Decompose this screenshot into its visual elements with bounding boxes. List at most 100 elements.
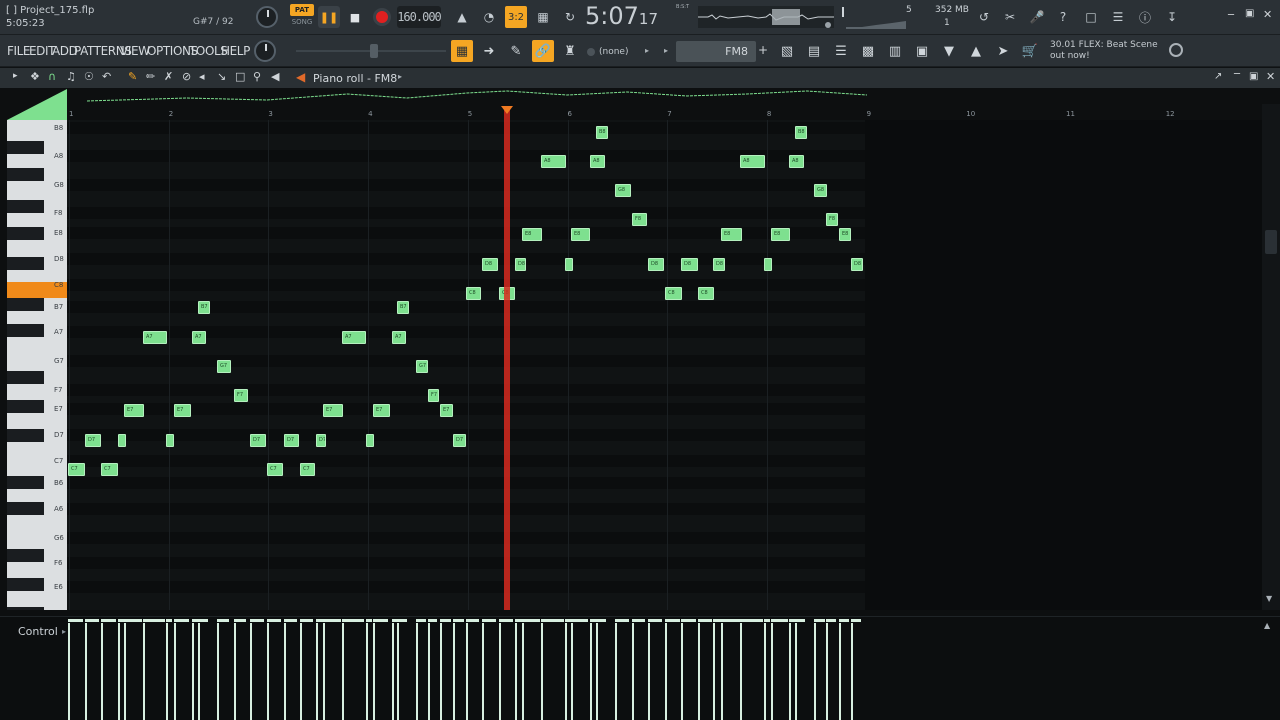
velocity-bar[interactable]: [814, 623, 816, 720]
note[interactable]: E7: [323, 404, 343, 417]
black-key[interactable]: [7, 324, 44, 337]
step-edit-icon[interactable]: ▦: [532, 6, 554, 28]
note[interactable]: E8: [771, 228, 790, 241]
pause-button[interactable]: ❚❚: [318, 6, 340, 28]
tempo-tap-icon[interactable]: ▲: [965, 40, 987, 62]
document-icon[interactable]: ▣: [911, 40, 933, 62]
note[interactable]: D7: [284, 434, 299, 447]
black-key[interactable]: [7, 502, 44, 515]
velocity-bar[interactable]: [482, 623, 484, 720]
note[interactable]: E8: [839, 228, 851, 241]
note[interactable]: C7: [300, 463, 315, 476]
plug-icon[interactable]: ▼: [938, 40, 960, 62]
velocity-bar[interactable]: [453, 623, 455, 720]
timeline-ruler[interactable]: 1 2 3 4 5 6 7 8 9 10 11 12: [67, 104, 1262, 120]
note[interactable]: A8: [590, 155, 605, 168]
maximize-icon[interactable]: ▣: [1245, 8, 1254, 19]
snap-icon[interactable]: ∩: [48, 70, 56, 83]
note[interactable]: B8: [596, 126, 608, 139]
velocity-bar[interactable]: [648, 623, 650, 720]
channel-arrow-icon[interactable]: ▸: [664, 46, 668, 55]
black-key[interactable]: [7, 607, 44, 610]
note[interactable]: D8: [681, 258, 698, 271]
velocity-bar[interactable]: [826, 623, 828, 720]
velocity-bar[interactable]: [124, 623, 126, 720]
note[interactable]: A8: [541, 155, 566, 168]
note[interactable]: B8: [795, 126, 807, 139]
note[interactable]: E7: [373, 404, 390, 417]
note[interactable]: E8: [721, 228, 742, 241]
mute-tool-icon[interactable]: ⊘: [182, 70, 191, 83]
velocity-bar[interactable]: [397, 623, 399, 720]
velocity-bar[interactable]: [789, 623, 791, 720]
position-slider-handle[interactable]: [370, 44, 378, 58]
note[interactable]: E8: [522, 228, 542, 241]
window-menu-arrow-icon[interactable]: ▸: [13, 71, 18, 81]
note[interactable]: D8: [851, 258, 863, 271]
note[interactable]: A7: [143, 331, 167, 344]
velocity-bar[interactable]: [284, 623, 286, 720]
browser-icon[interactable]: ☰: [830, 40, 852, 62]
note[interactable]: C8: [698, 287, 714, 300]
note[interactable]: [764, 258, 772, 271]
velocity-bar[interactable]: [192, 623, 194, 720]
velocity-bar[interactable]: [764, 623, 766, 720]
playhead[interactable]: [504, 108, 510, 610]
control-arrow-icon[interactable]: ▸: [62, 627, 66, 636]
note[interactable]: F7: [428, 389, 439, 402]
microphone-icon[interactable]: 🎤: [1026, 6, 1048, 28]
menu-circle-icon[interactable]: ☉: [84, 70, 94, 83]
note[interactable]: D8: [648, 258, 664, 271]
note[interactable]: D8: [713, 258, 725, 271]
velocity-bar[interactable]: [466, 623, 468, 720]
vertical-scrollbar[interactable]: ▼: [1262, 104, 1280, 610]
magnet-tool-icon[interactable]: ❖: [30, 70, 40, 83]
velocity-bar[interactable]: [541, 623, 543, 720]
note[interactable]: G8: [814, 184, 827, 197]
paint-tool-icon[interactable]: ✏: [146, 70, 155, 83]
metronome-icon[interactable]: ▲: [451, 6, 473, 28]
vertical-scrollbar-thumb[interactable]: [1265, 230, 1277, 254]
select-tool-icon[interactable]: □: [235, 70, 245, 83]
velocity-bar[interactable]: [571, 623, 573, 720]
velocity-bar[interactable]: [713, 623, 715, 720]
black-key[interactable]: [7, 298, 44, 311]
stamp-icon[interactable]: ♜: [559, 40, 581, 62]
note[interactable]: C7: [68, 463, 85, 476]
note[interactable]: C7: [101, 463, 118, 476]
velocity-bar[interactable]: [795, 623, 797, 720]
news-close-icon[interactable]: [1169, 43, 1183, 57]
note[interactable]: C8: [466, 287, 481, 300]
menu-view[interactable]: VIEW: [120, 44, 150, 58]
velocity-bar[interactable]: [316, 623, 318, 720]
note[interactable]: E7: [124, 404, 144, 417]
note[interactable]: D8: [482, 258, 498, 271]
record-button[interactable]: [373, 8, 391, 26]
slice-tool-icon[interactable]: ↘: [217, 70, 226, 83]
draw-tool-icon[interactable]: ✎: [128, 70, 137, 83]
cart-icon[interactable]: 🛒: [1019, 40, 1041, 62]
playhead-marker[interactable]: [501, 106, 513, 114]
note[interactable]: F8: [632, 213, 647, 226]
pattern-arrow-icon[interactable]: ▸: [645, 46, 649, 55]
velocity-bar[interactable]: [342, 623, 344, 720]
velocity-bar[interactable]: [234, 623, 236, 720]
note[interactable]: C7: [267, 463, 283, 476]
velocity-lane[interactable]: [67, 619, 867, 720]
velocity-bar[interactable]: [323, 623, 325, 720]
note[interactable]: B7: [397, 301, 409, 314]
note[interactable]: D7: [453, 434, 466, 447]
velocity-bar[interactable]: [101, 623, 103, 720]
note[interactable]: E8: [571, 228, 590, 241]
mixer-view-icon[interactable]: ▩: [857, 40, 879, 62]
note[interactable]: F8: [826, 213, 838, 226]
control-scroll-up-icon[interactable]: ▲: [1264, 621, 1270, 630]
menu-help[interactable]: HELP: [221, 44, 250, 58]
velocity-bar[interactable]: [522, 623, 524, 720]
note[interactable]: E7: [174, 404, 191, 417]
velocity-bar[interactable]: [681, 623, 683, 720]
velocity-bar[interactable]: [250, 623, 252, 720]
render-icon[interactable]: ➤: [992, 40, 1014, 62]
note[interactable]: A8: [789, 155, 804, 168]
velocity-bar[interactable]: [740, 623, 742, 720]
